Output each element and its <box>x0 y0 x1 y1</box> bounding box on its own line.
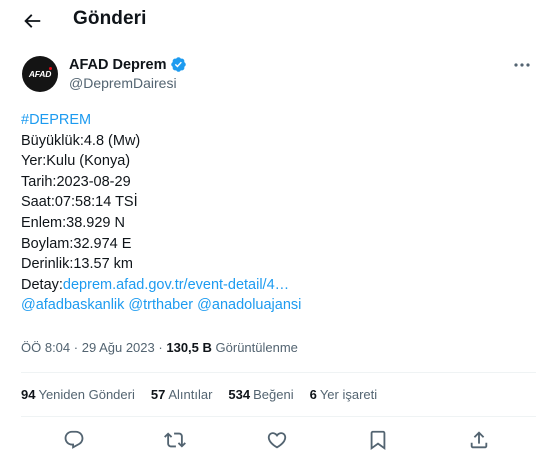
tweet-meta: ÖÖ 8:04 · 29 Ağu 2023 · 130,5 B Görüntül… <box>21 340 298 355</box>
quote-stat[interactable]: 57 Alıntılar <box>151 387 213 402</box>
tweet-line: Derinlik:13.57 km <box>21 256 134 273</box>
avatar-logo-text: AFAD <box>28 69 52 79</box>
tweet-line: Saat:07:58:14 TSİ <box>21 194 138 211</box>
divider <box>21 372 536 373</box>
detail-link[interactable]: deprem.afad.gov.tr/event-detail/4… <box>63 277 289 293</box>
tweet-time[interactable]: ÖÖ 8:04 <box>21 340 70 355</box>
meta-separator: · <box>158 340 163 355</box>
tweet-date[interactable]: 29 Ağu 2023 <box>82 340 155 355</box>
tweet-line: Büyüklük:4.8 (Mw) <box>21 132 141 149</box>
action-bar <box>0 427 557 455</box>
retweet-stat[interactable]: 94 Yeniden Gönderi <box>21 387 135 402</box>
mention-link[interactable]: @anadoluajansi <box>197 297 301 313</box>
stat-label: Beğeni <box>253 387 294 402</box>
detail-label: Detay: <box>21 276 63 293</box>
view-label: Görüntülenme <box>215 340 298 355</box>
stat-count: 57 <box>150 387 166 402</box>
verified-badge-icon <box>170 56 187 73</box>
stat-label: Yer işareti <box>319 387 378 402</box>
view-count: 130,5 B <box>166 340 212 355</box>
divider <box>21 416 536 417</box>
retweet-icon[interactable] <box>164 429 186 451</box>
stat-label: Yeniden Gönderi <box>38 387 135 402</box>
tweet-line: Enlem:38.929 N <box>21 214 125 231</box>
engagement-stats: 94 Yeniden Gönderi 57 Alıntılar 534 Beğeni … <box>21 387 393 402</box>
author-handle[interactable]: @DepremDairesi <box>69 75 177 91</box>
author-display-name[interactable]: AFAD Deprem <box>69 57 167 73</box>
stat-label: Alıntılar <box>168 387 213 402</box>
tweet-line: Boylam:32.974 E <box>21 235 132 252</box>
stat-count: 534 <box>228 387 251 402</box>
tweet-line: Tarih:2023-08-29 <box>21 173 131 190</box>
like-stat[interactable]: 534 Beğeni <box>228 387 293 402</box>
like-icon[interactable] <box>266 429 288 451</box>
bookmark-icon[interactable] <box>367 429 389 451</box>
hashtag-link[interactable]: #DEPREM <box>21 112 91 128</box>
back-arrow-icon[interactable] <box>21 10 43 32</box>
reply-icon[interactable] <box>63 429 85 451</box>
avatar-logo-dot <box>49 67 52 70</box>
avatar[interactable]: AFAD <box>22 56 58 92</box>
mention-link[interactable]: @trthaber <box>128 297 193 313</box>
page-title: Gönderi <box>73 8 147 29</box>
mention-link[interactable]: @afadbaskanlik <box>21 297 124 313</box>
more-options-icon[interactable] <box>512 58 532 72</box>
share-icon[interactable] <box>468 429 490 451</box>
tweet-line: Yer:Kulu (Konya) <box>21 153 131 170</box>
stat-count: 94 <box>21 387 36 402</box>
bookmark-stat[interactable]: 6 Yer işareti <box>310 387 378 402</box>
top-bar: Gönderi <box>0 0 557 42</box>
meta-separator: · <box>73 340 79 355</box>
author-name[interactable]: AFAD Deprem <box>69 56 187 73</box>
tweet-body: #DEPREM Büyüklük:4.8 (Mw) Yer:Kulu (Kony… <box>21 110 301 316</box>
stat-count: 6 <box>309 387 317 402</box>
